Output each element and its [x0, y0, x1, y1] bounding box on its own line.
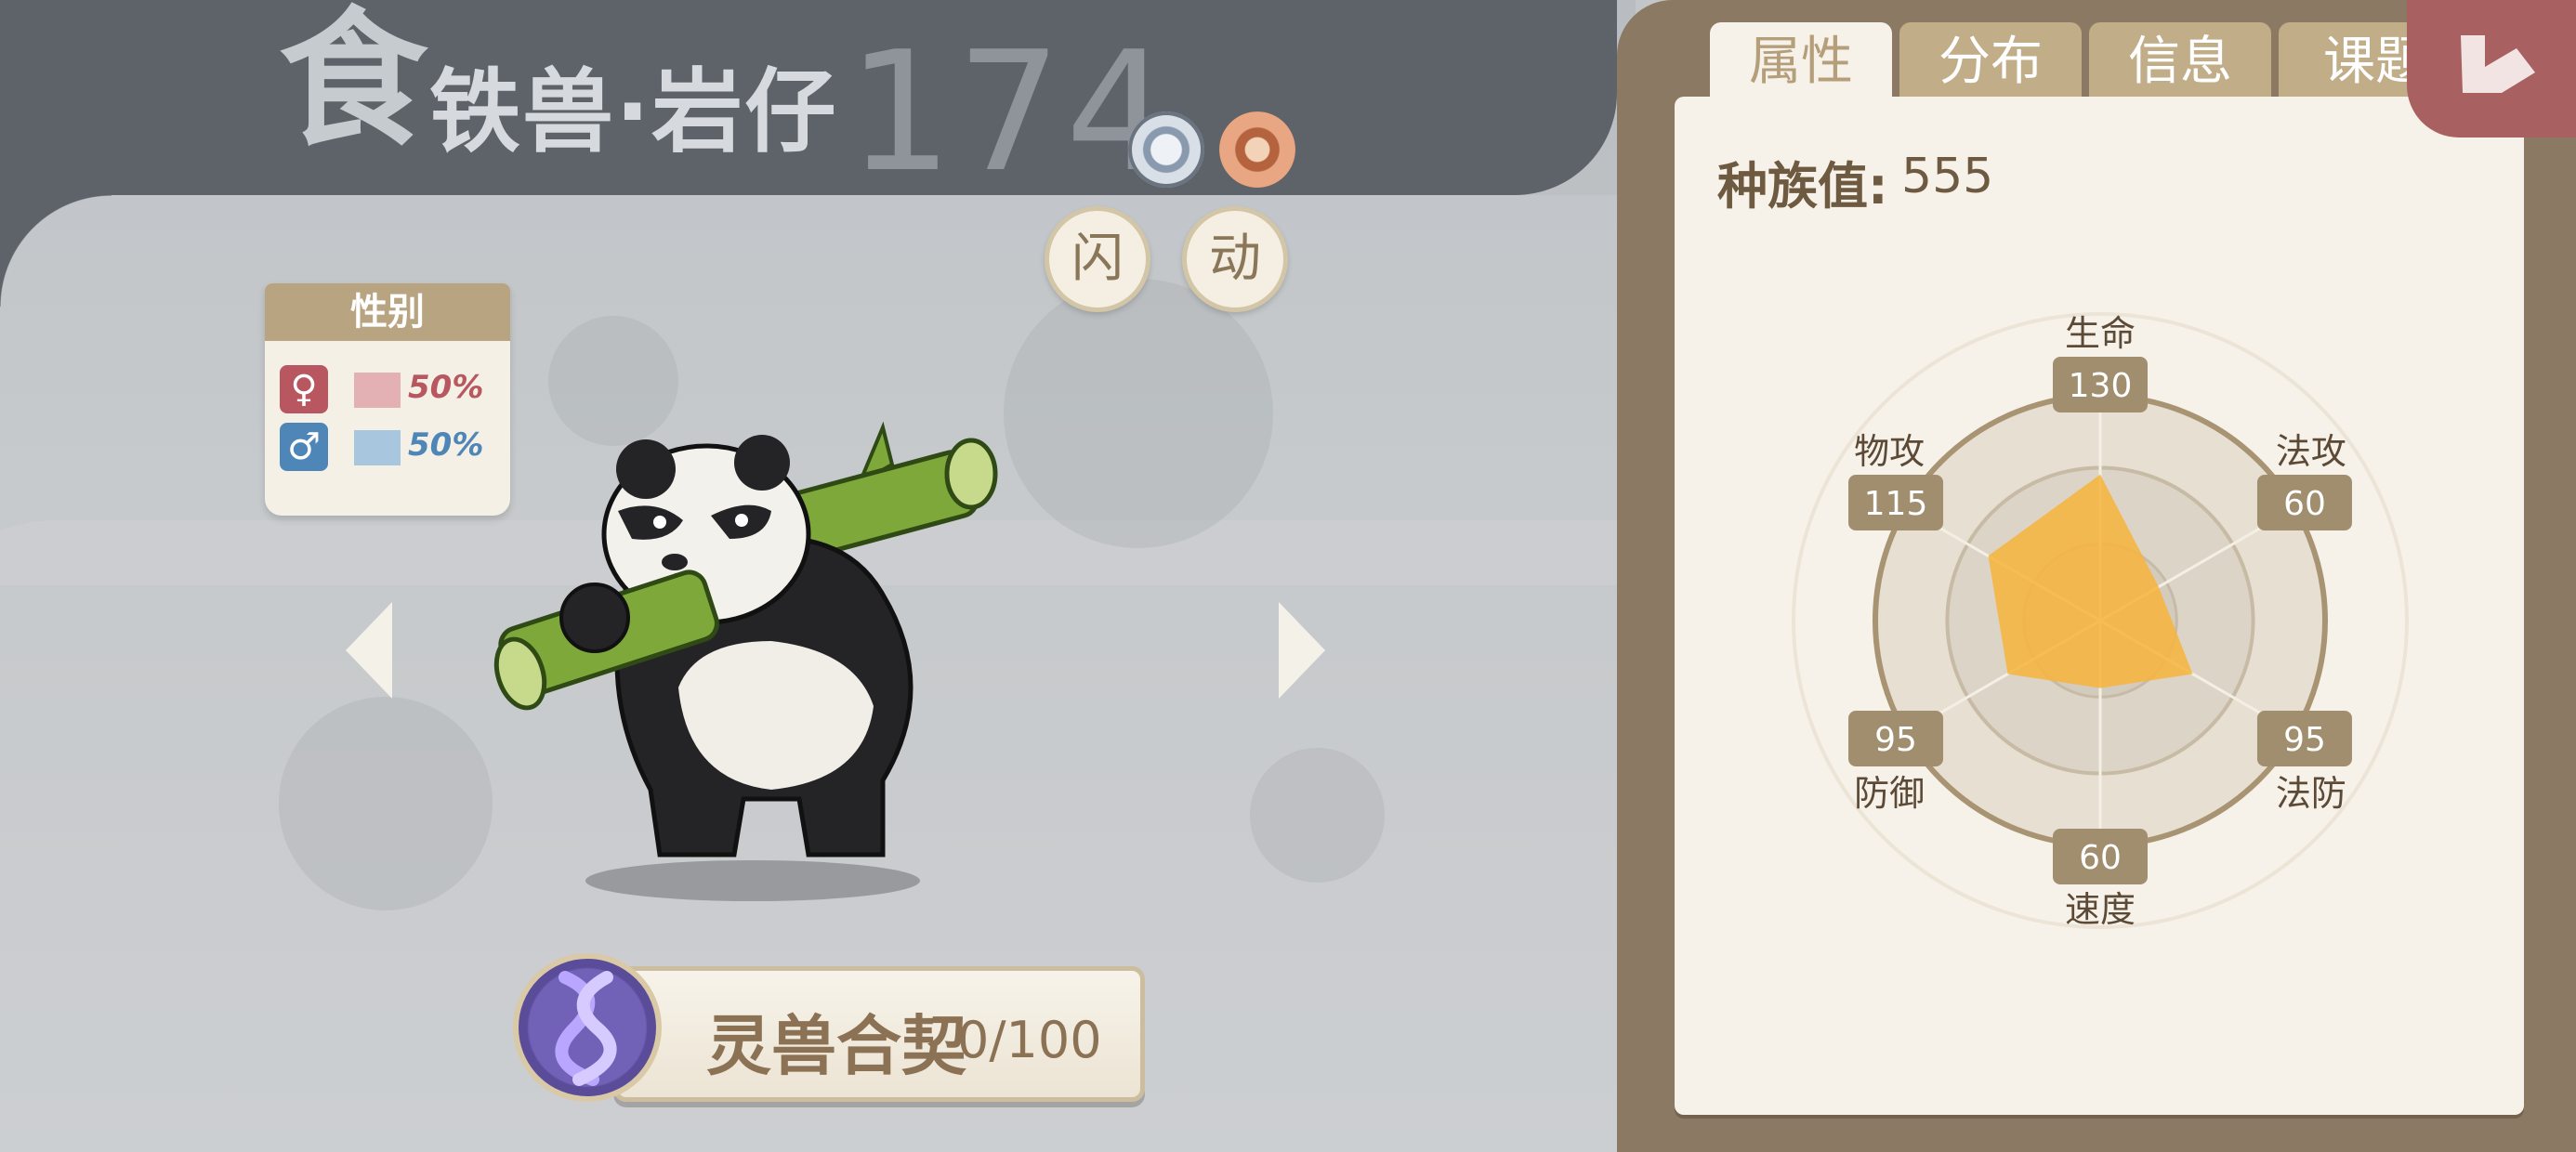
gender-title: 性别	[265, 283, 510, 341]
stats-radar-chart: 130 生命 60 法攻 95 法防 60 速度 95 防御 115 物攻	[1792, 312, 2409, 930]
female-percentage: 50%	[408, 369, 484, 406]
stat-value: 115	[1864, 485, 1928, 523]
female-icon: ♀	[280, 365, 328, 413]
stat-name: 法攻	[2276, 431, 2346, 472]
stat-badge-物攻: 115	[1848, 475, 1944, 530]
light-element-icon[interactable]	[1128, 111, 1204, 188]
gender-card: 性别 ♀ 50% ♂ 50%	[265, 283, 510, 516]
earth-element-icon[interactable]	[1219, 111, 1295, 188]
chain-link-icon	[555, 971, 617, 1086]
stat-badge-法防: 95	[2256, 711, 2352, 766]
stat-value: 60	[2283, 485, 2326, 523]
female-swatch	[354, 373, 401, 408]
background-emblem	[1250, 748, 1385, 883]
male-icon: ♂	[280, 423, 328, 471]
background-emblem	[279, 697, 493, 910]
contract-progress-count: 0/100	[957, 1011, 1102, 1069]
stat-badge-速度: 60	[2053, 829, 2148, 884]
next-pet-arrow[interactable]	[1279, 602, 1325, 699]
pet-number: 174	[848, 16, 1175, 208]
stat-name: 法防	[2276, 773, 2346, 814]
stat-badge-法攻: 60	[2256, 475, 2352, 530]
stat-value: 95	[1874, 721, 1917, 759]
background-emblem	[1004, 279, 1273, 548]
stat-name: 防御	[1854, 773, 1925, 814]
shiny-toggle-button[interactable]: 闪	[1045, 206, 1150, 312]
stat-value: 130	[2069, 367, 2133, 405]
tab-attributes[interactable]: 属性	[1710, 22, 1892, 100]
tab-info[interactable]: 信息	[2089, 22, 2271, 97]
contract-label: 灵兽合契	[706, 1008, 966, 1084]
previous-pet-arrow[interactable]	[346, 602, 392, 699]
stat-name: 物攻	[1854, 431, 1925, 472]
panda-pet-artwork	[493, 421, 998, 901]
stat-name: 生命	[2065, 313, 2136, 354]
male-swatch	[354, 430, 401, 465]
animation-toggle-button[interactable]: 动	[1182, 206, 1288, 312]
tab-distribution[interactable]: 分布	[1899, 22, 2082, 97]
contract-chain-icon	[513, 953, 662, 1102]
pet-name: 铁兽·岩仔	[429, 59, 838, 165]
male-percentage: 50%	[408, 426, 484, 464]
food-type-glyph: 食	[279, 0, 428, 166]
stat-value: 60	[2079, 839, 2122, 877]
stat-badge-防御: 95	[1848, 711, 1944, 766]
stat-value: 95	[2283, 721, 2326, 759]
stat-badge-生命: 130	[2053, 357, 2148, 412]
stat-name: 速度	[2065, 889, 2136, 930]
